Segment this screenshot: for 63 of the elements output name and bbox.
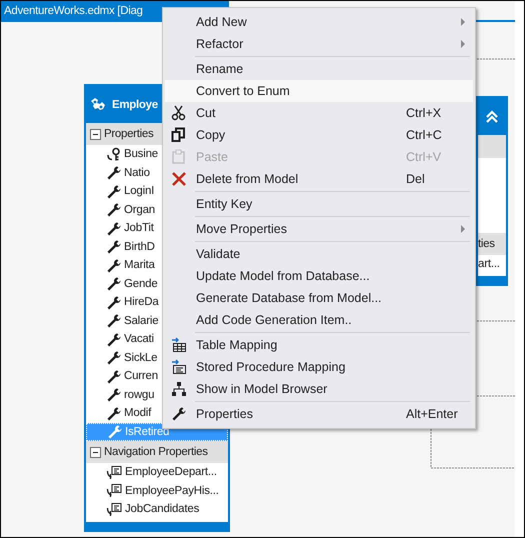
wrench-icon xyxy=(171,406,187,422)
navigation-property-icon xyxy=(106,464,122,480)
entity-footer xyxy=(478,276,506,284)
table-icon xyxy=(171,337,187,353)
section-title: Navigation Properties xyxy=(104,446,208,458)
entity-title: Employe xyxy=(112,98,158,110)
section-title: ties xyxy=(478,238,495,250)
shortcut-text: Ctrl+C xyxy=(406,128,443,142)
menu-item[interactable]: Cut Ctrl+X xyxy=(165,102,473,124)
collapse-icon[interactable] xyxy=(90,446,101,458)
property-item[interactable]: EmployeeDepart... xyxy=(86,463,228,482)
wrench-icon xyxy=(106,387,121,402)
wrench-icon xyxy=(106,406,121,421)
menu-item[interactable]: Update Model from Database... xyxy=(165,265,473,287)
section-header-band xyxy=(478,135,506,158)
entity-icon xyxy=(89,96,107,112)
menu-item[interactable]: Generate Database from Model... xyxy=(165,287,473,309)
wrench-icon xyxy=(106,313,121,328)
shortcut-text: Alt+Enter xyxy=(406,407,459,421)
shortcut-text: Ctrl+V xyxy=(406,150,442,164)
menu-item[interactable]: Entity Key xyxy=(165,193,473,215)
delete-icon xyxy=(171,171,187,187)
menu-item[interactable]: Table Mapping xyxy=(165,334,473,356)
wrench-icon xyxy=(106,350,121,366)
copy-icon xyxy=(171,127,187,143)
menu-item[interactable]: Add Code Generation Item.. xyxy=(165,309,473,331)
property-item[interactable]: JobCandidates xyxy=(86,500,228,518)
wrench-icon xyxy=(106,239,121,254)
wrench-icon xyxy=(107,424,122,440)
list-icon xyxy=(171,359,187,375)
entity-box[interactable]: ties art... xyxy=(476,96,508,286)
wrench-icon xyxy=(106,220,121,236)
menu-item[interactable]: Rename xyxy=(165,58,473,80)
menu-item[interactable]: Properties Alt+Enter xyxy=(165,403,473,425)
wrench-icon xyxy=(106,276,121,292)
wrench-icon xyxy=(106,258,121,273)
wrench-icon xyxy=(106,368,121,384)
navigation-property-icon xyxy=(106,502,122,517)
wrench-icon xyxy=(106,202,121,218)
section-title: Properties xyxy=(104,128,154,140)
shortcut-text: Ctrl+X xyxy=(406,106,442,120)
wrench-icon xyxy=(106,184,121,199)
menu-item[interactable]: Copy Ctrl+C xyxy=(165,124,473,146)
collapse-icon[interactable] xyxy=(90,128,101,140)
menu-item[interactable]: Stored Procedure Mapping xyxy=(165,356,473,378)
wrench-icon xyxy=(106,165,121,180)
menu-item[interactable]: Show in Model Browser xyxy=(165,378,473,400)
wrench-icon xyxy=(106,332,121,347)
menu-item[interactable]: Convert to Enum xyxy=(165,80,473,102)
shortcut-text: Del xyxy=(406,172,426,186)
scissors-icon xyxy=(171,105,187,121)
wrench-icon xyxy=(106,294,121,310)
hierarchy-icon xyxy=(171,381,187,397)
property-item[interactable]: art... xyxy=(478,255,506,274)
collapse-chevron-icon[interactable] xyxy=(484,108,500,124)
key-icon xyxy=(106,146,121,162)
menu-item[interactable]: Delete from Model Del xyxy=(165,168,473,190)
property-item[interactable]: EmployeePayHis... xyxy=(86,482,228,500)
paste-icon xyxy=(171,149,187,165)
menu-item[interactable]: Refactor xyxy=(165,33,473,55)
navigation-property-icon xyxy=(106,483,122,498)
menu-item[interactable]: Move Properties xyxy=(165,218,473,240)
menu-item[interactable]: Validate xyxy=(165,243,473,265)
